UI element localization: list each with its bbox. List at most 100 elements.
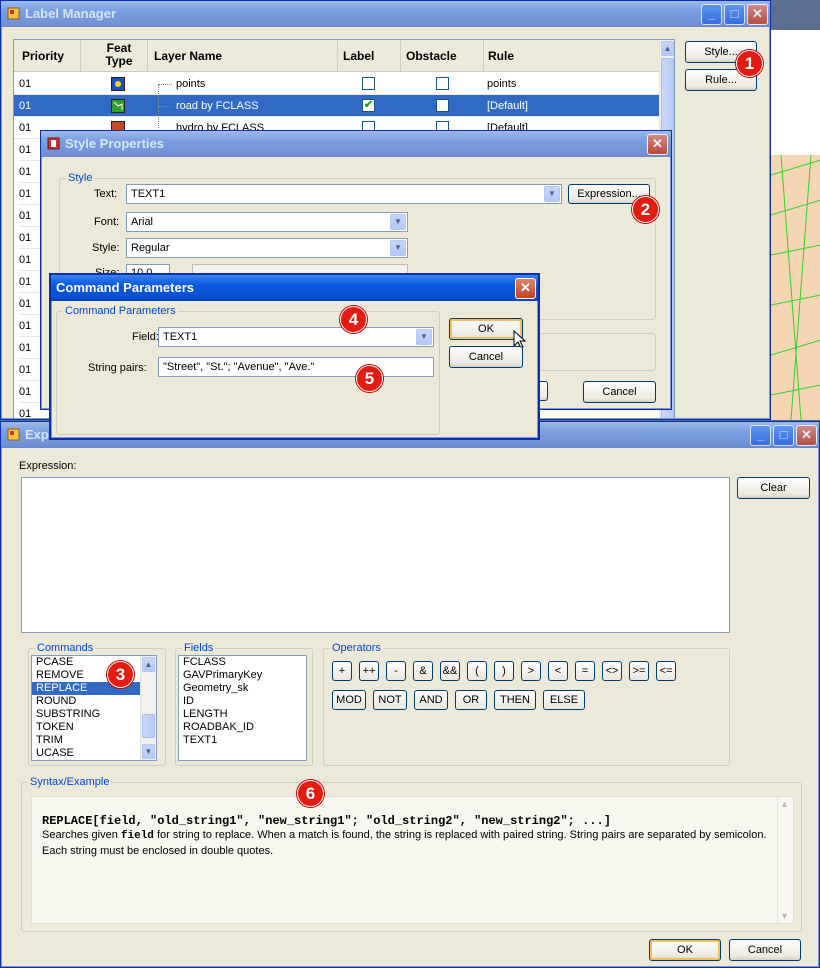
expression-window: Exp _ □ ✕ Expression: Clear Commands PCA…	[0, 421, 820, 968]
operator-button[interactable]: &&	[440, 661, 460, 681]
text-dropdown[interactable]: TEXT1 ▼	[126, 184, 562, 204]
style-dropdown[interactable]: Regular ▼	[126, 238, 408, 258]
commands-list[interactable]: PCASE REMOVE REPLACE ROUND SUBSTRING TOKEN TRI…	[31, 655, 157, 761]
operator-button[interactable]: <	[548, 661, 568, 681]
field-item[interactable]: ID	[179, 695, 306, 708]
label-checkbox[interactable]	[362, 77, 375, 90]
operator-button[interactable]: +	[332, 661, 352, 681]
command-item[interactable]: UCASE	[32, 747, 140, 760]
map-roads	[770, 154, 820, 421]
col-feat-type[interactable]: Feat Type	[94, 42, 144, 68]
close-button[interactable]: ✕	[647, 134, 668, 155]
syntax-description: Searches given field for string to repla…	[42, 828, 767, 859]
close-button[interactable]: ✕	[796, 425, 817, 446]
label-manager-titlebar[interactable]: Label Manager	[1, 1, 770, 27]
close-button[interactable]: ✕	[515, 278, 536, 299]
operator-button[interactable]: -	[386, 661, 406, 681]
operator-button[interactable]: AND	[414, 690, 448, 710]
chevron-down-icon[interactable]: ▼	[544, 186, 560, 202]
chevron-down-icon[interactable]: ▼	[390, 240, 406, 256]
scroll-up-icon[interactable]: ▲	[661, 41, 674, 56]
scroll-down-icon[interactable]: ▼	[142, 744, 155, 759]
operator-button[interactable]: &	[413, 661, 433, 681]
close-button[interactable]: ✕	[747, 4, 768, 25]
app-icon	[47, 137, 60, 150]
col-priority[interactable]: Priority	[22, 45, 64, 67]
cancel-button[interactable]: Cancel	[729, 939, 801, 961]
field-item[interactable]: GAVPrimaryKey	[179, 669, 306, 682]
table-row[interactable]: 01 points points	[14, 73, 659, 95]
operator-button[interactable]: =	[575, 661, 595, 681]
scroll-up-icon[interactable]: ▲	[142, 657, 155, 672]
scroll-thumb[interactable]	[142, 714, 155, 738]
scroll-down-icon[interactable]: ▼	[780, 911, 789, 921]
field-item[interactable]: TEXT1	[179, 734, 306, 747]
field-item[interactable]: LENGTH	[179, 708, 306, 721]
command-parameters-window: Command Parameters ✕ Command Parameters …	[49, 273, 540, 440]
label-checkbox-checked[interactable]: ✔	[362, 99, 375, 112]
priority-cell: 01	[19, 78, 32, 90]
operator-button[interactable]: <=	[656, 661, 676, 681]
operator-button[interactable]: NOT	[373, 690, 407, 710]
command-parameters-titlebar[interactable]: Command Parameters	[51, 275, 538, 301]
commands-scrollbar[interactable]: ▲ ▼	[140, 656, 156, 760]
table-header: Priority Feat Type Layer Name Label Obsta…	[14, 40, 659, 72]
col-rule[interactable]: Rule	[488, 45, 514, 67]
cancel-button[interactable]: Cancel	[583, 381, 656, 403]
maximize-button[interactable]: □	[724, 4, 745, 25]
ok-button[interactable]: OK	[449, 318, 523, 340]
desc-line-2: Each string must be enclosed in double q…	[42, 845, 274, 857]
operator-button[interactable]: <>	[602, 661, 622, 681]
fields-list[interactable]: FCLASS GAVPrimaryKey Geometry_sk ID LENGTH RO…	[178, 655, 307, 761]
maximize-button[interactable]: □	[773, 425, 794, 446]
font-dropdown[interactable]: Arial ▼	[126, 212, 408, 232]
operator-button[interactable]: ELSE	[543, 690, 585, 710]
operator-button[interactable]: (	[467, 661, 487, 681]
operator-button[interactable]: OR	[455, 690, 487, 710]
field-item[interactable]: FCLASS	[179, 656, 306, 669]
command-item[interactable]: TRIM	[32, 734, 140, 747]
style-group-label: Style	[66, 172, 95, 184]
operator-button[interactable]: >=	[629, 661, 649, 681]
style-properties-titlebar[interactable]: Style Properties	[41, 131, 671, 157]
table-row-selected[interactable]: 01 road by FCLASS ✔ [Default]	[14, 95, 659, 117]
minimize-button[interactable]: _	[701, 4, 722, 25]
operators-row-2: MOD NOT AND OR THEN ELSE	[332, 690, 732, 712]
chevron-down-icon[interactable]: ▼	[390, 214, 406, 230]
minimize-button[interactable]: _	[750, 425, 771, 446]
string-pairs-label: String pairs:	[88, 362, 147, 374]
field-item[interactable]: ROADBAK_ID	[179, 721, 306, 734]
command-item[interactable]: ROUND	[32, 695, 140, 708]
string-pairs-input[interactable]: "Street", "St."; "Avenue", "Ave."	[158, 357, 434, 377]
operator-button[interactable]: )	[494, 661, 514, 681]
expression-textarea[interactable]	[21, 477, 730, 633]
style-value: Regular	[131, 242, 170, 254]
chevron-down-icon[interactable]: ▼	[416, 329, 432, 345]
syntax-scrollbar[interactable]: ▲ ▼	[777, 797, 793, 923]
desc-part: Searches given	[42, 829, 121, 841]
step-badge-2: 2	[632, 196, 659, 223]
operator-button[interactable]: ++	[359, 661, 379, 681]
expression-label: Expression:	[19, 460, 77, 472]
ok-button[interactable]: OK	[649, 939, 721, 961]
expression-title: Exp	[25, 427, 49, 442]
operator-button[interactable]: MOD	[332, 690, 366, 710]
syntax-line: REPLACE[field, "old_string1", "new_strin…	[42, 814, 611, 828]
obstacle-checkbox[interactable]	[436, 99, 449, 112]
cancel-button[interactable]: Cancel	[449, 346, 523, 368]
step-badge-1: 1	[736, 50, 763, 77]
operator-button[interactable]: THEN	[494, 690, 536, 710]
command-item[interactable]: TOKEN	[32, 721, 140, 734]
syntax-box: REPLACE[field, "old_string1", "new_strin…	[31, 796, 794, 924]
col-layer-name[interactable]: Layer Name	[154, 45, 222, 67]
field-item[interactable]: Geometry_sk	[179, 682, 306, 695]
obstacle-checkbox[interactable]	[436, 77, 449, 90]
col-label[interactable]: Label	[343, 45, 374, 67]
command-item[interactable]: SUBSTRING	[32, 708, 140, 721]
scroll-up-icon[interactable]: ▲	[780, 799, 789, 809]
field-dropdown[interactable]: TEXT1 ▼	[158, 327, 434, 347]
operator-button[interactable]: >	[521, 661, 541, 681]
clear-button[interactable]: Clear	[737, 477, 810, 499]
font-label: Font:	[94, 216, 120, 228]
col-obstacle[interactable]: Obstacle	[406, 45, 457, 67]
